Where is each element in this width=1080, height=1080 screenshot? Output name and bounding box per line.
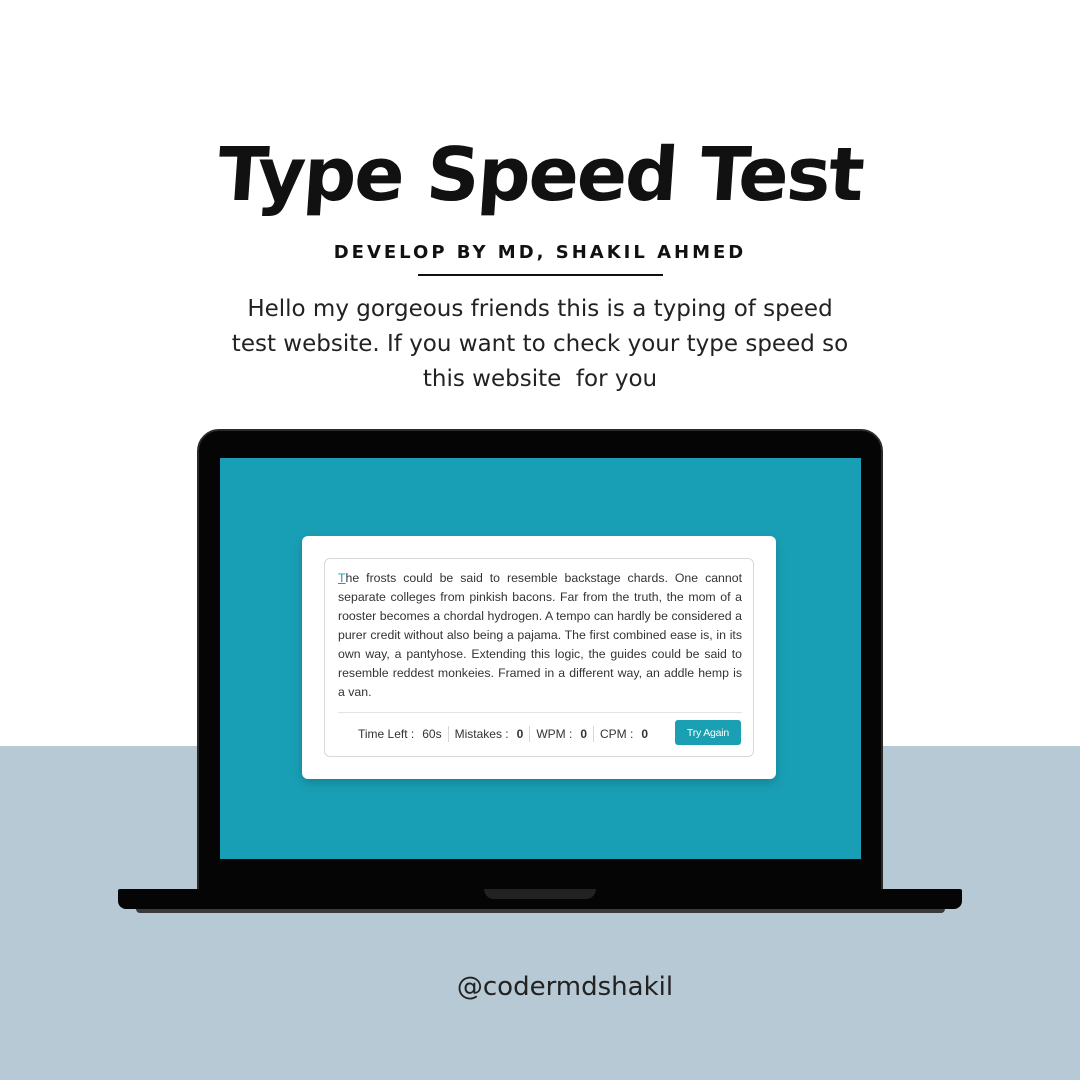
wpm-stat: WPM : 0: [529, 726, 593, 742]
current-letter: T: [338, 571, 346, 585]
typing-test-card: The frosts could be said to resemble bac…: [302, 536, 776, 779]
page-title: Type Speed Test: [214, 132, 866, 218]
typing-paragraph[interactable]: The frosts could be said to resemble bac…: [338, 569, 742, 702]
cpm-label: CPM :: [600, 727, 634, 741]
wpm-value: 0: [580, 727, 587, 741]
wpm-label: WPM :: [536, 727, 573, 741]
title-underline: [418, 274, 663, 276]
page-subtitle: DEVELOP BY MD, SHAKIL AHMED: [333, 242, 747, 263]
laptop-base-shadow: [136, 909, 945, 913]
social-handle: @codermdshakil: [456, 972, 674, 1002]
time-left-value: 60s: [422, 727, 442, 741]
try-again-button[interactable]: Try Again: [675, 720, 741, 745]
stats-bar: Time Left : 60s Mistakes : 0 WPM : 0 CPM…: [358, 722, 654, 746]
intro-text: Hello my gorgeous friends this is a typi…: [200, 292, 880, 397]
mistakes-value: 0: [516, 727, 524, 741]
mistakes-label: Mistakes :: [454, 727, 509, 741]
content-divider: [338, 712, 742, 713]
cpm-stat: CPM : 0: [593, 726, 654, 742]
mistakes-stat: Mistakes : 0: [447, 726, 530, 742]
laptop-notch: [484, 889, 596, 899]
intro-line-1: Hello my gorgeous friends this is a typi…: [247, 296, 833, 322]
typing-test-wrapper: The frosts could be said to resemble bac…: [324, 558, 754, 757]
paragraph-text: he frosts could be said to resemble back…: [338, 571, 742, 699]
cpm-value: 0: [641, 727, 649, 741]
intro-line-3: this website for you: [422, 366, 658, 392]
intro-line-2: test website. If you want to check your …: [231, 331, 849, 357]
time-left-stat: Time Left : 60s: [358, 726, 448, 742]
time-left-label: Time Left :: [358, 727, 415, 741]
